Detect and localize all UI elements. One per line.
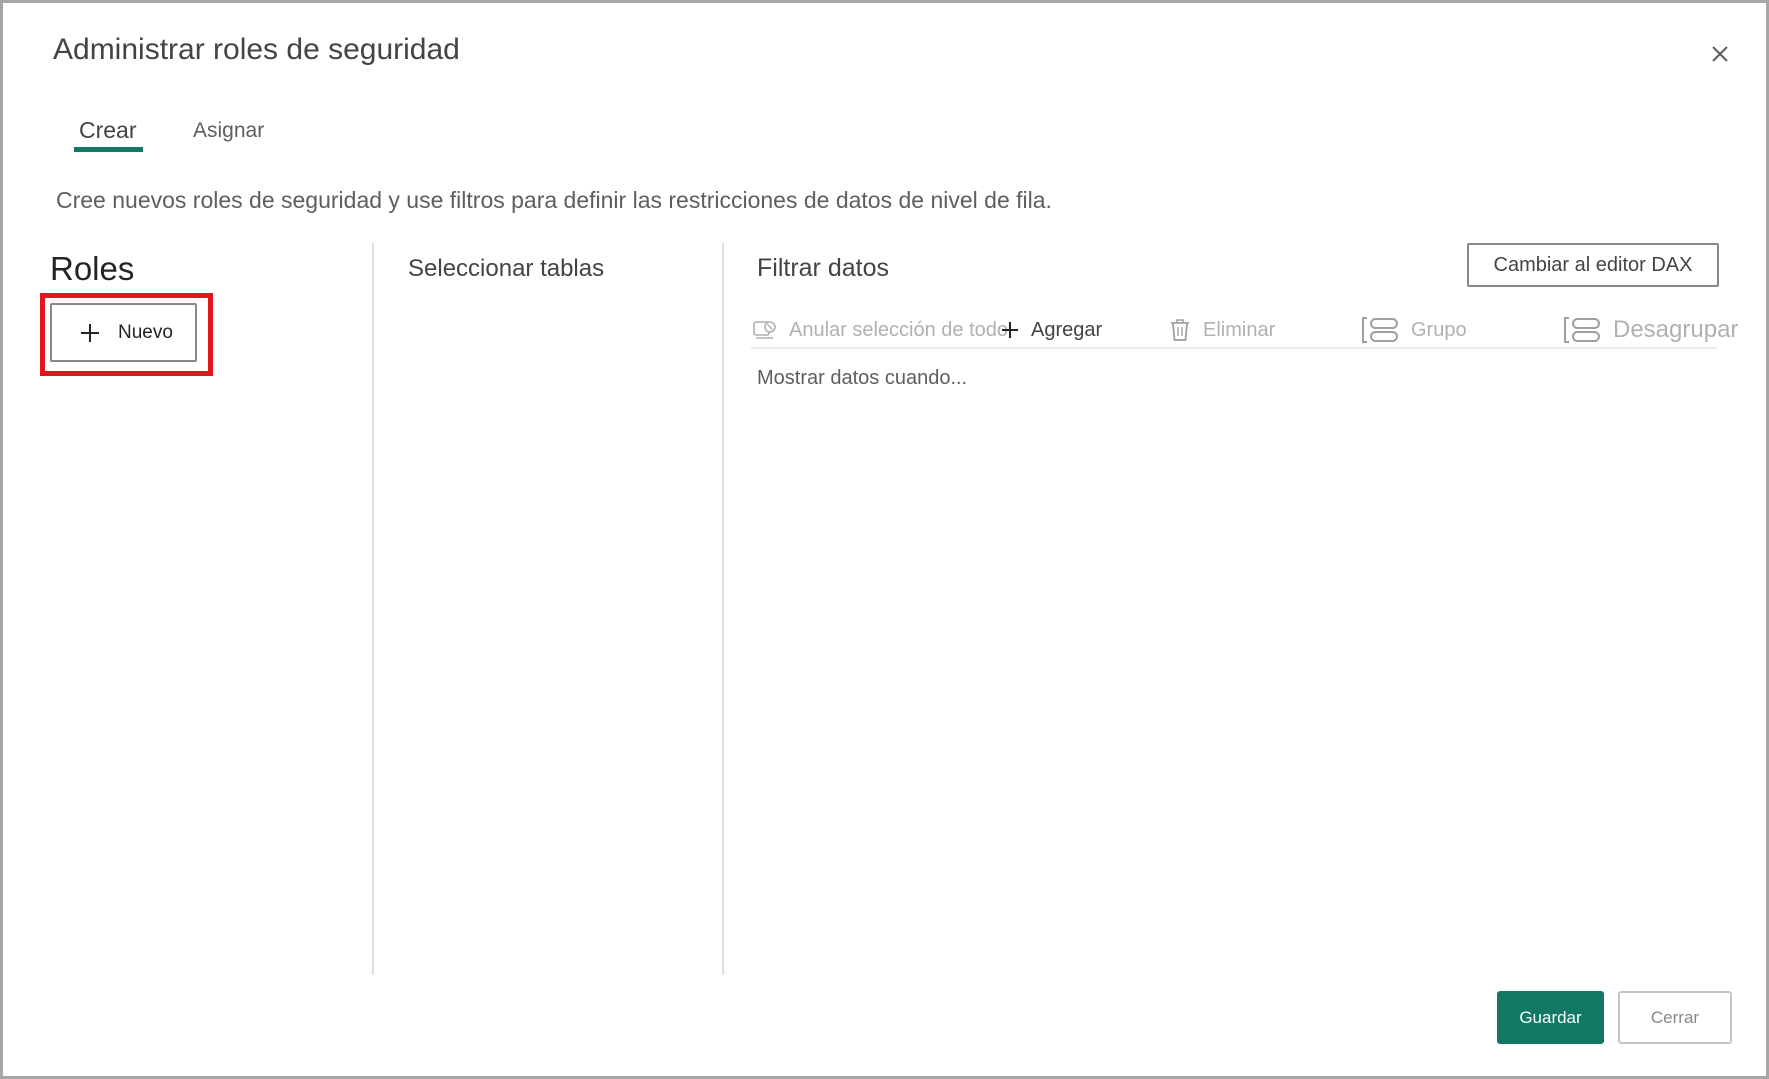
plus-icon [80, 323, 100, 343]
add-filter-label: Agregar [1031, 318, 1103, 341]
select-tables-heading: Seleccionar tablas [408, 255, 605, 282]
close-button[interactable] [1703, 37, 1737, 71]
show-data-when-text: Mostrar datos cuando... [757, 367, 968, 389]
dialog-description: Cree nuevos roles de seguridad y use fil… [56, 187, 1052, 213]
clear-all-selection-label: Anular selección de todo [789, 318, 1009, 341]
column-divider [722, 243, 724, 975]
filter-data-heading: Filtrar datos [757, 254, 889, 282]
tab-create[interactable]: Crear [79, 117, 137, 144]
add-filter-button[interactable]: Agregar [1001, 313, 1102, 347]
ungroup-filter-label: Desagrupar [1613, 316, 1739, 343]
save-button[interactable]: Guardar [1497, 991, 1604, 1044]
active-tab-indicator [74, 147, 143, 152]
plus-icon [1001, 321, 1019, 339]
clear-selection-icon [753, 319, 777, 341]
clear-all-selection-button[interactable]: Anular selección de todo [753, 313, 1008, 347]
group-icon [1361, 317, 1399, 343]
delete-filter-button[interactable]: Eliminar [1169, 313, 1275, 347]
new-role-button[interactable]: Nuevo [50, 303, 197, 362]
ungroup-icon [1563, 317, 1601, 343]
dialog-title: Administrar roles de seguridad [53, 33, 460, 66]
roles-heading: Roles [50, 250, 135, 287]
trash-icon [1169, 318, 1191, 342]
manage-security-roles-dialog: Administrar roles de seguridad Crear Asi… [0, 0, 1769, 1079]
new-role-label: Nuevo [118, 321, 173, 343]
delete-filter-label: Eliminar [1203, 318, 1276, 341]
column-divider [372, 243, 374, 975]
ungroup-filter-button[interactable]: Desagrupar [1563, 313, 1738, 347]
group-filter-button[interactable]: Grupo [1361, 313, 1467, 347]
tab-assign[interactable]: Asignar [193, 119, 264, 143]
switch-to-dax-editor-button[interactable]: Cambiar al editor DAX [1467, 243, 1719, 287]
group-filter-label: Grupo [1411, 318, 1467, 341]
filter-toolbar: Anular selección de todo Agregar Elimina… [751, 313, 1738, 349]
cancel-button[interactable]: Cerrar [1618, 991, 1732, 1044]
close-icon [1711, 45, 1729, 63]
